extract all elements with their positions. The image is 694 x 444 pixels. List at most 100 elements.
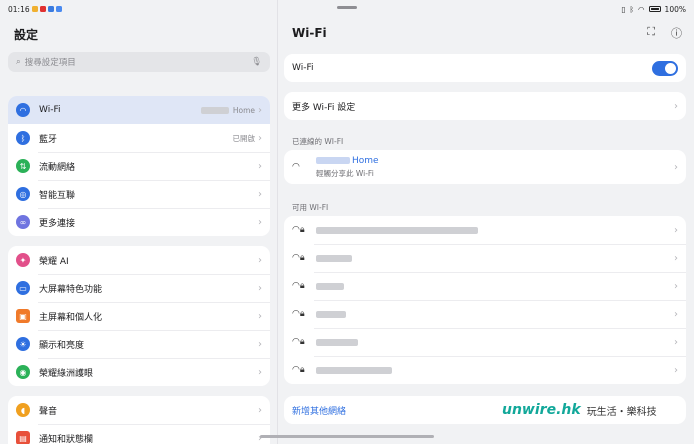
network-row[interactable]: ◠🔒︎ › bbox=[284, 272, 686, 300]
sidebar-item-cellular[interactable]: ⇅ 流動網絡 › bbox=[8, 152, 270, 180]
wifi-lock-icon: ◠🔒︎ bbox=[292, 225, 305, 235]
link-icon: ∞ bbox=[16, 215, 30, 229]
network-row[interactable]: ◠🔒︎ › bbox=[284, 244, 686, 272]
clock: 01:16 bbox=[8, 4, 30, 14]
logo-text: unwire bbox=[502, 402, 557, 418]
sound-group: ◖ 聲音 › ▤ 通知和狀態欄 › bbox=[8, 396, 270, 444]
chevron-right-icon: › bbox=[674, 100, 678, 112]
chevron-right-icon: › bbox=[258, 404, 262, 416]
unwire-logo: unwire.hk bbox=[502, 402, 581, 418]
sidebar-item-bluetooth[interactable]: ᛒ 藍牙 已開啟 › bbox=[8, 124, 270, 152]
sidebar-item-large-screen[interactable]: ▭ 大屏幕特色功能 › bbox=[8, 274, 270, 302]
wifi-signal-icon: ◠ bbox=[292, 162, 300, 172]
network-row[interactable]: ◠🔒︎ › bbox=[284, 216, 686, 244]
app-notification-icon bbox=[47, 6, 54, 12]
connected-section-header: 已連線的 WI-FI bbox=[292, 137, 344, 146]
bluetooth-status-icon: ᛒ bbox=[629, 4, 635, 14]
sidebar-item-label: Wi-Fi bbox=[39, 105, 61, 115]
watermark-slogan: 玩生活・樂科技 bbox=[586, 406, 657, 418]
chevron-right-icon: › bbox=[674, 161, 678, 173]
sidebar-title: 設定 bbox=[14, 28, 39, 42]
logo-suffix: .hk bbox=[556, 402, 581, 418]
chevron-right-icon: › bbox=[258, 160, 262, 172]
sidebar-item-wifi[interactable]: ◠ Wi-Fi Home › bbox=[8, 96, 270, 124]
connected-network-name: Home bbox=[352, 155, 379, 166]
eye-icon: ◉ bbox=[16, 365, 30, 379]
sidebar-item-label: 榮耀 AI bbox=[39, 256, 69, 267]
connectivity-group: ◠ Wi-Fi Home › ᛒ 藍牙 已開啟 › ⇅ 流動網絡 › ◎ 智能互… bbox=[8, 96, 270, 236]
chevron-right-icon: › bbox=[674, 280, 678, 292]
redacted-network-name bbox=[316, 366, 392, 374]
sidebar-item-label: 榮耀綠洲護眼 bbox=[39, 368, 94, 379]
chevron-right-icon: › bbox=[258, 310, 262, 322]
chevron-right-icon: › bbox=[674, 364, 678, 376]
more-wifi-card: 更多 Wi-Fi 設定 › bbox=[284, 92, 686, 120]
network-row[interactable]: ◠🔒︎ › bbox=[284, 356, 686, 384]
redacted-network-name bbox=[316, 338, 358, 346]
sidebar-item-sound[interactable]: ◖ 聲音 › bbox=[8, 396, 270, 424]
watermark: unwire.hk 玩生活・樂科技 bbox=[502, 402, 657, 418]
wifi-toggle-card: Wi-Fi bbox=[284, 54, 686, 82]
redacted-network-name bbox=[316, 282, 344, 290]
help-icon[interactable]: ⓘ bbox=[671, 25, 682, 41]
wifi-toggle-row: Wi-Fi bbox=[284, 54, 686, 82]
sidebar-item-eye-comfort[interactable]: ◉ 榮耀綠洲護眼 › bbox=[8, 358, 270, 386]
chevron-right-icon: › bbox=[258, 254, 262, 266]
chevron-right-icon: › bbox=[674, 252, 678, 264]
bluetooth-icon: ᛒ bbox=[16, 131, 30, 145]
youtube-icon bbox=[39, 6, 46, 12]
sidebar-item-notifications[interactable]: ▤ 通知和狀態欄 › bbox=[8, 424, 270, 444]
smart-connect-icon: ◎ bbox=[16, 187, 30, 201]
chevron-right-icon: › bbox=[258, 216, 262, 228]
microphone-icon[interactable]: 🎙︎ bbox=[251, 57, 262, 67]
features-group: ✦ 榮耀 AI › ▭ 大屏幕特色功能 › ▣ 主屏幕和個人化 › ☀ 顯示和亮… bbox=[8, 246, 270, 386]
sidebar-item-home-screen[interactable]: ▣ 主屏幕和個人化 › bbox=[8, 302, 270, 330]
sidebar-item-smart-connect[interactable]: ◎ 智能互聯 › bbox=[8, 180, 270, 208]
vibrate-icon: ▯ bbox=[621, 4, 626, 14]
sidebar-item-label: 主屏幕和個人化 bbox=[39, 312, 103, 323]
wifi-lock-icon: ◠🔒︎ bbox=[292, 253, 305, 263]
wallpaper-icon: ▣ bbox=[16, 309, 30, 323]
connected-network[interactable]: ◠ Home 輕觸分享此 Wi-Fi › bbox=[284, 150, 686, 184]
sidebar-item-honor-ai[interactable]: ✦ 榮耀 AI › bbox=[8, 246, 270, 274]
page-title: Wi-Fi bbox=[292, 26, 327, 40]
sidebar-item-value: Home bbox=[232, 105, 255, 115]
google-icon bbox=[55, 6, 62, 12]
redacted-network-name bbox=[316, 226, 478, 234]
redacted-text bbox=[200, 106, 229, 114]
battery-percent: 100% bbox=[664, 4, 686, 14]
chevron-right-icon: › bbox=[258, 188, 262, 200]
sidebar-item-display[interactable]: ☀ 顯示和亮度 › bbox=[8, 330, 270, 358]
cellular-icon: ⇅ bbox=[16, 159, 30, 173]
sidebar-item-label: 藍牙 bbox=[39, 134, 58, 145]
sidebar-item-label: 流動網絡 bbox=[39, 162, 76, 173]
sidebar-item-more-connections[interactable]: ∞ 更多連接 › bbox=[8, 208, 270, 236]
more-wifi-settings[interactable]: 更多 Wi-Fi 設定 › bbox=[284, 92, 686, 120]
brightness-icon: ☀ bbox=[16, 337, 30, 351]
network-row[interactable]: ◠🔒︎ › bbox=[284, 300, 686, 328]
battery-icon bbox=[648, 6, 661, 12]
app-notification-icon bbox=[31, 6, 38, 12]
available-networks-list: ◠🔒︎ › ◠🔒︎ › ◠🔒︎ › ◠🔒︎ › ◠🔒︎ › ◠🔒︎ › bbox=[284, 216, 686, 384]
sidebar-item-label: 大屏幕特色功能 bbox=[39, 284, 103, 295]
network-row[interactable]: ◠🔒︎ › bbox=[284, 328, 686, 356]
settings-sidebar: 設定 ⌕ 搜尋設定項目 🎙︎ ◠ Wi-Fi Home › ᛒ 藍牙 已開啟 ›… bbox=[0, 0, 278, 444]
available-section-header: 可用 WI-FI bbox=[292, 203, 329, 212]
wifi-toggle[interactable] bbox=[652, 60, 678, 76]
sidebar-item-label: 智能互聯 bbox=[39, 190, 76, 201]
search-icon: ⌕ bbox=[16, 57, 21, 67]
chevron-right-icon: › bbox=[258, 282, 262, 294]
wifi-lock-icon: ◠🔒︎ bbox=[292, 337, 305, 347]
search-placeholder: 搜尋設定項目 bbox=[24, 58, 76, 68]
home-indicator[interactable] bbox=[260, 435, 434, 438]
scan-icon[interactable]: ⛶ bbox=[647, 25, 655, 41]
sidebar-item-label: 顯示和亮度 bbox=[39, 340, 85, 351]
notification-icon: ▤ bbox=[16, 431, 30, 444]
wifi-lock-icon: ◠🔒︎ bbox=[292, 309, 305, 319]
sidebar-item-value: 已開啟 bbox=[232, 133, 256, 143]
search-input[interactable]: ⌕ 搜尋設定項目 🎙︎ bbox=[8, 52, 270, 72]
chevron-right-icon: › bbox=[674, 336, 678, 348]
chevron-right-icon: › bbox=[674, 224, 678, 236]
redacted-network-name bbox=[316, 310, 346, 318]
sidebar-item-label: 通知和狀態欄 bbox=[39, 434, 94, 444]
